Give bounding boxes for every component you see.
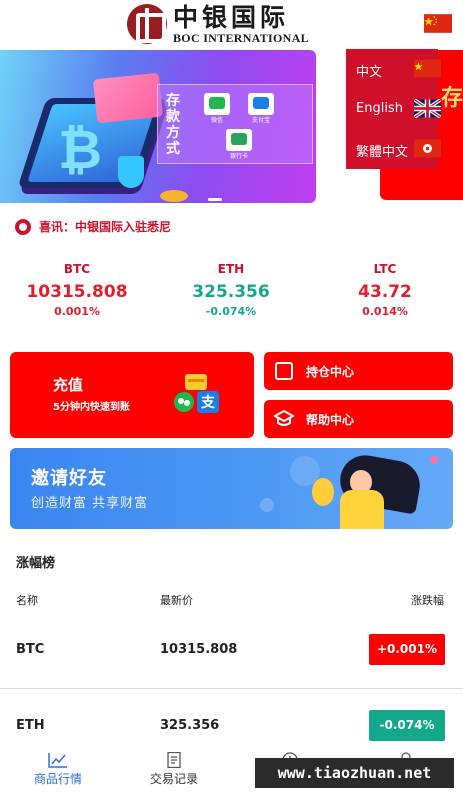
ticker-symbol: BTC xyxy=(63,262,91,276)
chart-icon xyxy=(48,753,67,768)
balloon-illustration xyxy=(312,478,334,506)
invite-title: 邀请好友 xyxy=(31,468,107,489)
next-banner-text: 存 xyxy=(440,86,463,111)
alipay-icon: 支付宝 xyxy=(248,93,274,124)
ticker-btc[interactable]: BTC 10315.808 0.001% xyxy=(12,262,142,318)
help-center-button[interactable]: 帮助中心 xyxy=(264,400,453,438)
language-option-zh-cn[interactable]: 中文 xyxy=(346,49,441,89)
ticker-symbol: LTC xyxy=(373,262,397,276)
wallet-payment-icon: 支 xyxy=(174,374,219,413)
credit-card-illustration xyxy=(92,72,164,124)
bank-card-icon: 银行卡 xyxy=(226,129,252,160)
logo-chinese: 中银国际 xyxy=(173,2,290,32)
news-notice[interactable]: 喜讯：中银国际入驻悉尼 xyxy=(15,218,171,235)
decorative-bubble xyxy=(260,498,274,512)
globe-icon xyxy=(15,218,31,235)
wechat-pay-icon: 微信 xyxy=(204,93,230,124)
coins-illustration xyxy=(160,190,188,202)
ticker-change: 0.014% xyxy=(362,305,408,318)
payment-methods-title: 存款方式 xyxy=(166,93,180,157)
language-option-en[interactable]: English xyxy=(346,89,441,129)
row-price: 10315.808 xyxy=(160,642,238,657)
row-divider xyxy=(0,688,463,689)
logo: 中银国际 BOC INTERNATIONAL xyxy=(127,4,309,44)
logo-text: 中银国际 BOC INTERNATIONAL xyxy=(173,5,309,44)
boc-logo-icon xyxy=(127,4,167,44)
app-screen: 中银国际 BOC INTERNATIONAL ₿ 存款方式 微信 支付宝 银行卡… xyxy=(0,0,463,794)
column-header-price: 最新价 xyxy=(160,594,193,607)
ticker-price: 10315.808 xyxy=(26,282,128,302)
ticker-symbol: ETH xyxy=(217,262,245,276)
row-symbol: BTC xyxy=(16,642,45,657)
decorative-dot xyxy=(430,456,438,464)
language-label: English xyxy=(356,101,403,116)
tab-records[interactable]: 交易记录 xyxy=(124,746,224,794)
language-label: 中文 xyxy=(356,65,383,80)
invite-friends-banner[interactable]: 邀请好友 创造财富 共享财富 xyxy=(10,448,453,529)
deposit-subtitle: 5分钟内快速到账 xyxy=(53,402,130,413)
graduation-cap-icon xyxy=(274,410,294,426)
tab-label: 交易记录 xyxy=(149,772,198,786)
ticker-ltc[interactable]: LTC 43.72 0.014% xyxy=(320,262,450,318)
tab-label: 商品行情 xyxy=(33,772,82,786)
deposit-button[interactable]: 充值 5分钟内快速到账 支 xyxy=(10,352,254,438)
ticker-change: 0.001% xyxy=(54,305,100,318)
positions-center-label: 持仓中心 xyxy=(306,365,355,379)
logo-english: BOC INTERNATIONAL xyxy=(173,30,309,45)
ticker-price: 43.72 xyxy=(358,282,412,302)
promo-banner[interactable]: ₿ 存款方式 微信 支付宝 银行卡 xyxy=(0,50,316,203)
china-flag-icon[interactable] xyxy=(424,14,452,33)
row-symbol: ETH xyxy=(16,718,45,733)
notice-text: 喜讯：中银国际入驻悉尼 xyxy=(39,220,172,234)
change-badge: -0.074% xyxy=(369,710,445,741)
invite-subtitle: 创造财富 共享财富 xyxy=(31,496,149,511)
hong-kong-flag-icon xyxy=(414,139,441,158)
carousel-indicator[interactable] xyxy=(208,198,222,201)
watermark: www.tiaozhuan.net xyxy=(255,758,454,788)
china-flag-icon xyxy=(414,59,441,78)
row-price: 325.356 xyxy=(160,718,220,733)
table-row[interactable]: BTC 10315.808 +0.001% xyxy=(0,621,463,681)
bitcoin-icon: ₿ xyxy=(58,118,103,181)
language-label: 繁體中文 xyxy=(356,145,409,160)
ticker-change: -0.074% xyxy=(205,305,257,318)
help-center-label: 帮助中心 xyxy=(306,413,355,427)
svg-text:支: 支 xyxy=(200,394,216,411)
column-header-name: 名称 xyxy=(16,594,38,607)
rise-board-title: 涨幅榜 xyxy=(16,556,56,571)
shield-icon xyxy=(118,156,144,188)
positions-center-button[interactable]: 持仓中心 xyxy=(264,352,453,390)
column-header-change: 涨跌幅 xyxy=(411,594,444,607)
girl-body xyxy=(340,490,384,529)
tab-market[interactable]: 商品行情 xyxy=(8,746,108,794)
change-badge: +0.001% xyxy=(369,634,445,665)
uk-flag-icon xyxy=(414,99,441,118)
header: 中银国际 BOC INTERNATIONAL xyxy=(0,0,463,46)
deposit-title: 充值 xyxy=(53,376,84,394)
portfolio-icon xyxy=(275,362,293,380)
ticker-eth[interactable]: ETH 325.356 -0.074% xyxy=(166,262,296,318)
language-menu: 中文 English 繁體中文 xyxy=(346,49,441,169)
document-icon xyxy=(167,752,181,768)
language-option-zh-tw[interactable]: 繁體中文 xyxy=(346,129,441,169)
payment-methods-box: 存款方式 微信 支付宝 银行卡 xyxy=(157,84,313,164)
ticker-price: 325.356 xyxy=(192,282,270,302)
